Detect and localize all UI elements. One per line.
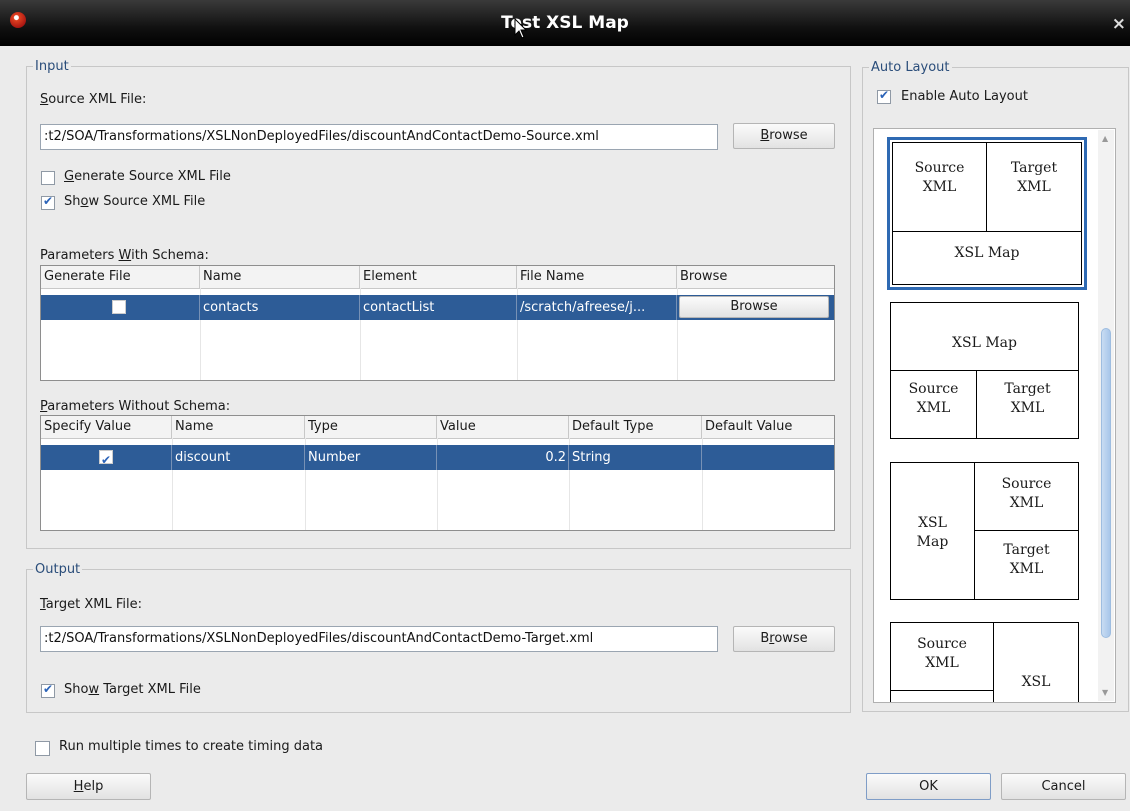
show-source-checkbox[interactable] xyxy=(41,194,55,210)
name-cell: contacts xyxy=(200,295,360,320)
enable-auto-layout-label: Enable Auto Layout xyxy=(901,89,1028,104)
generate-source-label: Generate Source XML File xyxy=(64,169,231,184)
window-title: Test XSL Map xyxy=(501,13,629,33)
title-bar: Test XSL Map × xyxy=(0,0,1130,46)
layout-map-label: XSL Map xyxy=(954,245,1020,261)
output-legend: Output xyxy=(35,562,81,577)
column-header[interactable]: File Name xyxy=(517,266,677,288)
timing-label: Run multiple times to create timing data xyxy=(59,739,324,754)
column-header[interactable]: Default Value xyxy=(702,416,834,438)
layout-map-label: XSL Map xyxy=(916,515,949,550)
layout-scrollbar[interactable]: ▲ ▼ xyxy=(1098,130,1114,701)
auto-layout-legend: Auto Layout xyxy=(871,60,950,75)
layout-target-label: Target XML xyxy=(1004,381,1051,416)
mouse-cursor-icon xyxy=(514,18,528,39)
scroll-down-icon[interactable]: ▼ xyxy=(1102,688,1108,697)
source-browse-button[interactable]: Browse xyxy=(733,123,835,149)
generate-file-cell[interactable] xyxy=(41,295,200,320)
params-with-schema-label: Parameters With Schema: xyxy=(40,248,209,263)
layout-map-label: XSL xyxy=(1021,674,1051,690)
layout-source-label: Source XML xyxy=(908,381,959,416)
generate-source-checkbox[interactable] xyxy=(41,171,55,185)
value-cell[interactable]: 0.2 xyxy=(437,445,569,470)
generate-file-checkbox[interactable] xyxy=(112,300,126,314)
enable-auto-layout-checkbox[interactable] xyxy=(877,88,891,104)
file-name-cell: /scratch/afreese/j... xyxy=(517,295,677,320)
source-xml-label: Source XML File: xyxy=(40,92,147,107)
layout-map-label: XSL Map xyxy=(952,335,1017,351)
params-with-schema-table[interactable]: Generate File Name Element File Name Bro… xyxy=(40,265,835,381)
layout-option-4[interactable]: Source XML XSL xyxy=(890,622,1079,702)
close-icon[interactable]: × xyxy=(1112,14,1126,34)
ok-button[interactable]: OK xyxy=(866,773,991,800)
help-button[interactable]: Help xyxy=(26,773,151,800)
target-xml-label: Target XML File: xyxy=(40,597,142,612)
default-type-cell: String xyxy=(569,445,702,470)
input-legend: Input xyxy=(35,59,69,74)
default-value-cell xyxy=(702,445,834,470)
timing-checkbox[interactable] xyxy=(35,741,50,756)
layout-target-label: Target XML xyxy=(1010,160,1058,195)
source-xml-path-field[interactable]: :t2/SOA/Transformations/XSLNonDeployedFi… xyxy=(40,124,718,150)
specify-value-checkbox[interactable] xyxy=(99,448,113,470)
element-cell: contactList xyxy=(360,295,517,320)
type-cell: Number xyxy=(305,445,437,470)
params-without-schema-label: Parameters Without Schema: xyxy=(40,399,231,414)
scroll-up-icon[interactable]: ▲ xyxy=(1102,134,1108,143)
column-header[interactable]: Default Type xyxy=(569,416,702,438)
row-browse-button[interactable]: Browse xyxy=(679,296,829,318)
column-header[interactable]: Name xyxy=(172,416,305,438)
table-row[interactable]: discount Number 0.2 String xyxy=(41,445,834,470)
column-header[interactable]: Element xyxy=(360,266,517,288)
cancel-button[interactable]: Cancel xyxy=(1001,773,1126,800)
layout-list[interactable]: Source XML Target XML XSL Map XSL Map Sour… xyxy=(873,128,1116,703)
specify-value-cell[interactable] xyxy=(41,445,172,470)
show-target-checkbox[interactable] xyxy=(41,682,55,698)
table-row[interactable]: contacts contactList /scratch/afreese/j.… xyxy=(41,295,834,320)
layout-target-label: Target XML xyxy=(1003,542,1050,577)
table-header: Specify Value Name Type Value Default Ty… xyxy=(41,416,834,439)
layout-source-label: Source XML xyxy=(914,160,965,195)
column-header[interactable]: Type xyxy=(305,416,437,438)
column-header[interactable]: Browse xyxy=(677,266,834,288)
layout-source-label: Source XML xyxy=(917,636,967,671)
layout-option-1[interactable]: Source XML Target XML XSL Map xyxy=(887,137,1087,290)
target-browse-button[interactable]: Browse xyxy=(733,626,835,652)
layout-option-2[interactable]: XSL Map Source XML Target XML xyxy=(890,302,1079,439)
layout-source-label: Source XML xyxy=(1001,476,1052,511)
params-without-schema-table[interactable]: Specify Value Name Type Value Default Ty… xyxy=(40,415,835,531)
table-header: Generate File Name Element File Name Bro… xyxy=(41,266,834,289)
column-header[interactable]: Value xyxy=(437,416,569,438)
column-header[interactable]: Specify Value xyxy=(41,416,172,438)
show-source-label: Show Source XML File xyxy=(64,194,206,209)
layout-option-3[interactable]: XSL Map Source XML Target XML xyxy=(890,462,1079,600)
column-header[interactable]: Name xyxy=(200,266,360,288)
name-cell: discount xyxy=(172,445,305,470)
target-xml-path-field[interactable]: :t2/SOA/Transformations/XSLNonDeployedFi… xyxy=(40,626,718,652)
browse-cell: Browse xyxy=(677,295,834,320)
column-header[interactable]: Generate File xyxy=(41,266,200,288)
scroll-thumb[interactable] xyxy=(1101,328,1111,638)
show-target-label: Show Target XML File xyxy=(64,682,201,697)
